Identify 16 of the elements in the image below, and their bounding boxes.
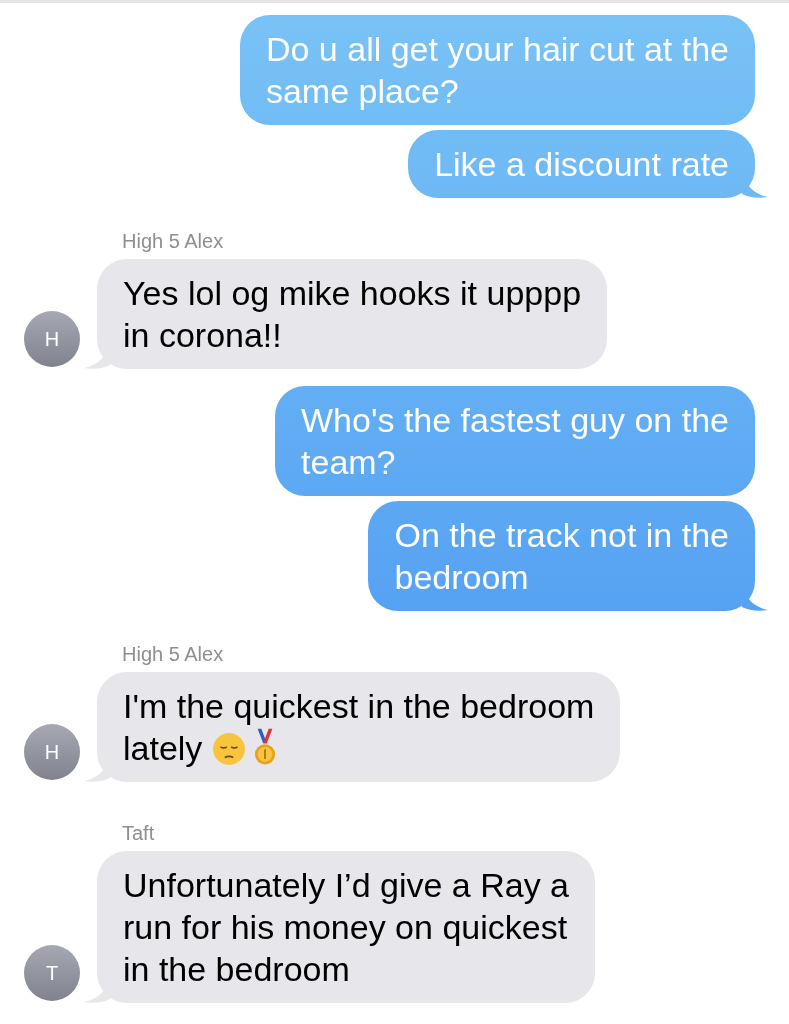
- sender-name: High 5 Alex: [122, 230, 224, 253]
- message-text: I'm the quickest in the bedroom: [123, 687, 595, 725]
- avatar[interactable]: T: [24, 945, 80, 1001]
- message-text: Yes lol og mike hooks it upppp in corona!!: [123, 274, 582, 354]
- avatar[interactable]: H: [24, 724, 80, 780]
- message-text: Like a discount rate: [434, 145, 729, 183]
- message-text: On the track not in the bedroom: [394, 516, 729, 596]
- avatar[interactable]: H: [24, 311, 80, 367]
- message-text: Do u all get your hair cut at the same place?: [265, 30, 729, 110]
- message-text: lately: [123, 729, 203, 767]
- message-text: Unfortunately I’d give a Ray a run for his money on quickest in the bedroom: [123, 866, 570, 988]
- sad-face-icon: [212, 732, 247, 766]
- medal-icon: [254, 728, 277, 766]
- sender-name: Taft: [122, 822, 155, 845]
- sender-name: High 5 Alex: [122, 643, 224, 666]
- message-text: Who's the fastest guy on the team?: [301, 401, 729, 481]
